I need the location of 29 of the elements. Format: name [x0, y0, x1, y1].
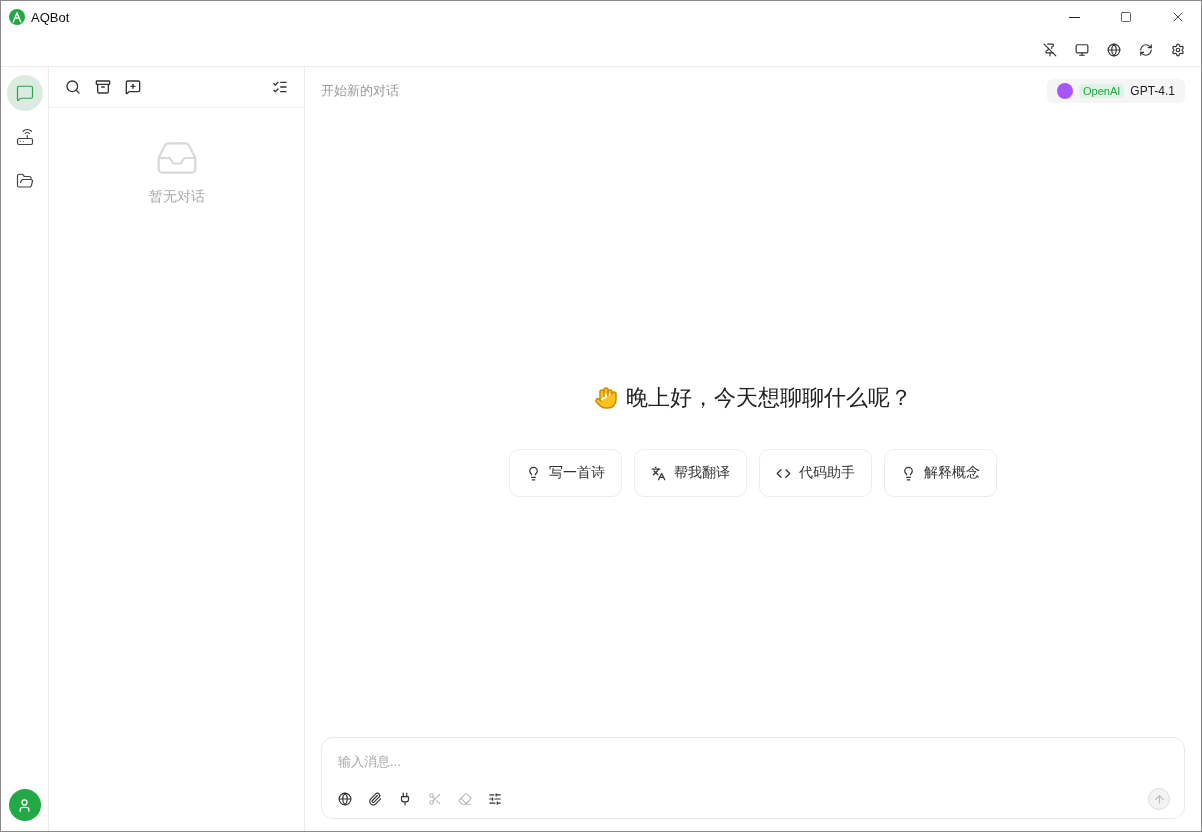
- archive-icon[interactable]: [93, 77, 113, 97]
- translate-icon: [651, 465, 666, 481]
- app-logo: [9, 9, 25, 25]
- suggestion-button[interactable]: 代码助手: [759, 449, 872, 497]
- user-icon: [17, 797, 32, 813]
- user-avatar[interactable]: [8, 789, 41, 821]
- message-composer[interactable]: 输入消息...: [321, 737, 1185, 819]
- paperclip-icon[interactable]: [366, 790, 384, 808]
- globe-icon[interactable]: [336, 790, 354, 808]
- suggestion-button[interactable]: 写一首诗: [509, 449, 622, 497]
- empty-text: 暂无对话: [148, 188, 205, 206]
- lightbulb-icon: [901, 465, 916, 481]
- window-title: AQBot: [31, 9, 71, 25]
- chat-title: 开始新的对话: [321, 82, 399, 100]
- arrow-up-icon: [1152, 792, 1166, 806]
- router-icon: [15, 128, 34, 146]
- maximize-icon: [1120, 11, 1132, 23]
- sliders-icon[interactable]: [486, 790, 504, 808]
- suggestion-button[interactable]: 解释概念: [884, 449, 997, 497]
- folder-icon: [15, 172, 34, 190]
- lightbulb-icon: [526, 465, 541, 481]
- minimize-icon: [1068, 16, 1080, 18]
- model-selector[interactable]: OpenAI GPT-4.1: [1047, 79, 1185, 103]
- chat-icon: [15, 84, 34, 102]
- suggestion-button[interactable]: 帮我翻译: [634, 449, 747, 497]
- waving-hand-icon: [594, 386, 618, 410]
- chat-nav-button[interactable]: [6, 75, 43, 111]
- new-chat-icon[interactable]: [123, 77, 143, 97]
- greeting-text: 晚上好，今天想聊聊什么呢？: [626, 384, 912, 412]
